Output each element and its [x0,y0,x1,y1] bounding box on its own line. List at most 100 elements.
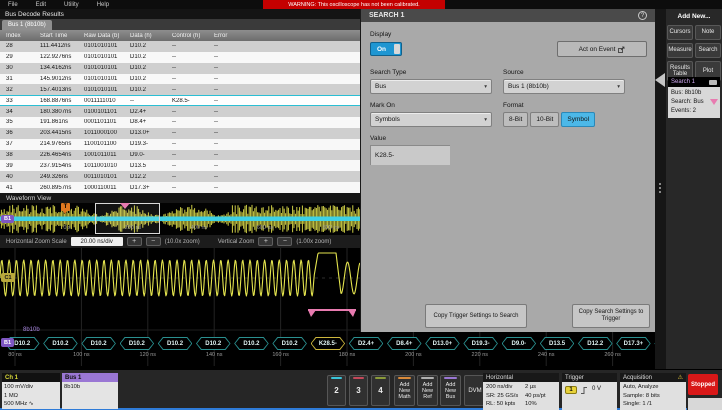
display-on-toggle[interactable]: On [370,42,402,56]
table-cell: 28 [6,43,40,49]
table-cell: 203.4415ns [40,130,84,136]
format-label: Format [503,102,524,109]
table-row[interactable]: 29122.9276ns0101010101D10.2---- [0,52,361,63]
table-row[interactable]: 41260.8957ns1000110011D17.3+---- [0,182,361,193]
display-label: Display [370,31,391,38]
table-cell: 0101010101 [84,65,130,71]
add-new-math-button[interactable]: Add New Math [394,375,415,406]
acquisition-setting: Sample: 8 bits [623,392,686,401]
menu-help[interactable]: Help [97,2,109,8]
search-panel-title-bar: SEARCH 1 ? [361,9,655,22]
h-zoom-out-button[interactable]: − [146,237,161,246]
channel-4-button[interactable]: 4 [371,375,390,406]
act-on-event-button[interactable]: Act on Event [557,41,647,57]
table-row[interactable]: 40249.326ns0011010101D12.2---- [0,171,361,182]
horizontal-setting: 200 ns/div [486,383,559,392]
acquisition-body: Auto, AnalyzeSample: 8 bitsSingle: 1 /1 [620,382,686,410]
menu-edit[interactable]: Edit [36,2,46,8]
table-row[interactable]: 33168.8876ns0011111010--K28.5--- [0,95,361,106]
table-cell: 1100101100 [84,141,130,147]
table-cell: 1000110011 [84,185,130,191]
panel-divider [655,9,666,369]
table-cell: -- [214,109,361,115]
ch1-badge[interactable]: Ch 1 100 mV/div1 MΩ500 MHz ∿ [2,373,60,409]
table-row[interactable]: 37214.9765ns1100101100D19.3----- [0,139,361,150]
zoom-time-tick: 200 ns [405,352,422,358]
search-type-dropdown[interactable]: Bus ▾ [370,79,492,94]
table-cell: D10.2 [130,87,172,93]
search-type-label: Search Type [370,69,406,76]
rising-edge-icon [580,386,589,395]
copy-search-to-trigger-button[interactable]: Copy Search Settings to Trigger [572,304,650,328]
bus1-handle-chip[interactable]: B1 [1,215,14,223]
format-symbol-button[interactable]: Symbol [561,112,595,127]
decode-symbol-label: K28.5- [312,338,345,349]
v-zoom-in-button[interactable]: + [258,237,273,246]
bottom-settings-bar: Ch 1 100 mV/div1 MΩ500 MHz ∿ Bus 1 8b10b… [0,369,722,410]
table-cell: 29 [6,54,40,60]
decode-symbol-label: D19.3- [464,338,497,349]
stopped-button[interactable]: Stopped [688,374,718,395]
column-header-error: Error [214,33,361,39]
copy-trigger-to-search-button[interactable]: Copy Trigger Settings to Search [425,304,527,328]
table-row[interactable]: 34180.3807ns0100101101D2.4+---- [0,106,361,117]
ch1-setting-line: 1 MΩ [4,392,60,401]
sidebar-add-note-button[interactable]: Note [695,25,721,40]
search1-result-badge[interactable]: Search 1 Bus: 8b10bSearch: BusEvents: 2 [668,77,720,118]
mark-on-dropdown[interactable]: Symbols ▾ [370,112,492,127]
sidebar-add-measure-button[interactable]: Measure [667,43,693,58]
decode-symbol: D10.2 [158,337,193,350]
v-zoom-out-button[interactable]: − [277,237,292,246]
sidebar-add-search-button[interactable]: Search [695,43,721,58]
table-row[interactable]: 28111.4412ns0101010101D10.2---- [0,41,361,52]
panel-resize-handle[interactable] [659,183,661,185]
channel-3-button[interactable]: 3 [349,375,368,406]
help-icon[interactable]: ? [638,11,647,20]
table-cell: -- [214,185,361,191]
acquisition-panel[interactable]: Acquisition ⚠ Auto, AnalyzeSample: 8 bit… [620,373,686,410]
add-new-bus-button[interactable]: Add New Bus [440,375,461,406]
table-cell: 145.9012ns [40,76,84,82]
h-zoom-scale-input[interactable]: 20.00 ns/div [71,237,123,246]
mark-on-value: Symbols [375,116,400,123]
table-row[interactable]: 30134.4162ns0101010101D10.2---- [0,63,361,74]
add-new-ref-button[interactable]: Add New Ref [417,375,438,406]
tab-bus1-8b10b[interactable]: Bus 1 (8b10b) [2,20,52,30]
table-cell: D10.2 [130,65,172,71]
decode-symbol-label: D9.0- [503,338,536,349]
table-cell: 0001101101 [84,119,130,125]
decode-symbol: D10.2 [120,337,155,350]
trigger-marker[interactable]: T [61,203,70,211]
horizontal-panel[interactable]: Horizontal 200 ns/divSR: 25 GS/sRL: 50 k… [483,373,559,410]
warning-icon: ⚠ [678,374,683,381]
decode-symbol-label: D2.4+ [350,338,383,349]
table-row[interactable]: 36203.4415ns1011000100D13.0+---- [0,128,361,139]
table-row[interactable]: 39237.9154ns1011001010D13.5---- [0,160,361,171]
bus1-badge[interactable]: Bus 1 8b10b [62,373,118,409]
source-dropdown[interactable]: Bus 1 (8b10b) ▾ [503,79,625,94]
search-type-value: Bus [375,83,386,90]
chevron-down-icon: ▾ [484,84,487,90]
add-color-stripe [444,377,457,379]
table-row[interactable]: 31145.9012ns0101010101D10.2---- [0,74,361,85]
ch1-handle-chip[interactable]: C1 [1,273,15,282]
menu-file[interactable]: File [8,2,18,8]
table-cell: 134.4162ns [40,65,84,71]
trigger-panel[interactable]: Trigger 1 0 V [562,373,617,410]
table-row[interactable]: 32157.4013ns0101010101D10.2---- [0,84,361,95]
table-cell: 38 [6,152,40,158]
sidebar-add-cursors-button[interactable]: Cursors [667,25,693,40]
bus1-decode-chip[interactable]: B1 [1,338,14,347]
table-row[interactable]: 35191.861ns0001101101D8.4+---- [0,117,361,128]
table-row[interactable]: 38226.4654ns1001011011D9.0----- [0,150,361,161]
format-10-bit-button[interactable]: 10-Bit [530,112,559,127]
format-8-bit-button[interactable]: 8-Bit [503,112,528,127]
menu-utility[interactable]: Utility [64,2,79,8]
search1-badge-header: Search 1 [668,77,720,87]
h-zoom-in-button[interactable]: + [127,237,142,246]
channel-2-button[interactable]: 2 [327,375,346,406]
overview-time-tick: 200 ns [125,225,142,231]
zoom-time-tick: 80 ns [8,352,21,358]
value-input[interactable]: K28.5- [370,145,450,165]
horizontal-col2: 2 µs40 ps/pt10% [525,383,546,409]
